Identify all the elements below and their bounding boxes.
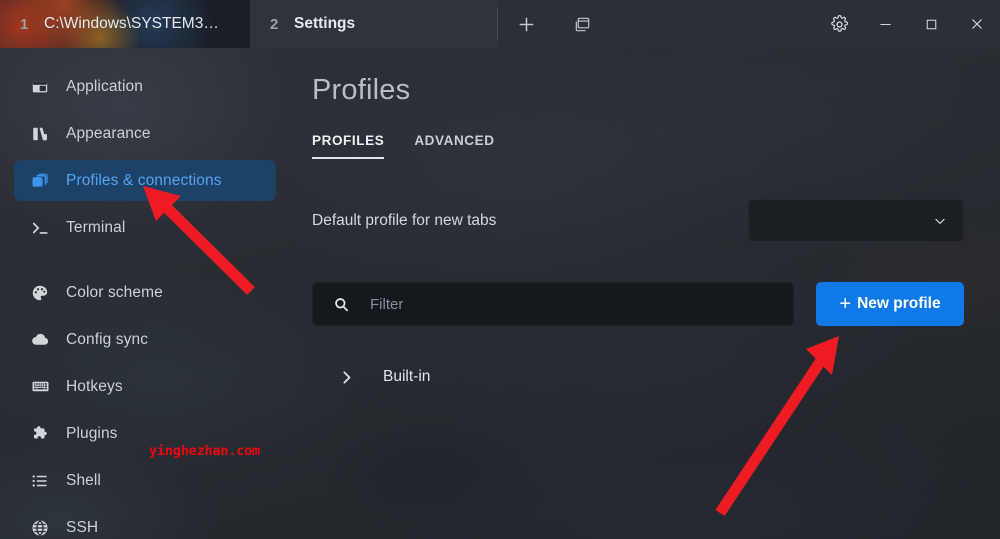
sidebar-item-shell[interactable]: Shell (14, 460, 276, 501)
close-icon (972, 19, 982, 29)
sidebar-item-config-sync[interactable]: Config sync (14, 319, 276, 360)
sidebar-item-plugins[interactable]: Plugins (14, 413, 276, 454)
page-title: Profiles (312, 74, 411, 106)
new-profile-label: New profile (857, 295, 941, 312)
tab-title-1: C:\Windows\SYSTEM3… (44, 15, 219, 32)
sidebar-item-label: SSH (66, 518, 99, 536)
chevron-down-icon (935, 218, 945, 224)
default-profile-label: Default profile for new tabs (312, 211, 497, 229)
appearance-icon (30, 124, 50, 144)
settings-content: Profiles PROFILES ADVANCED Default profi… (290, 48, 1000, 539)
sidebar-divider-gap (14, 254, 276, 272)
sidebar-item-terminal[interactable]: Terminal (14, 207, 276, 248)
sidebar-item-label: Terminal (66, 218, 126, 236)
gear-icon (830, 14, 848, 32)
minimize-button[interactable] (862, 0, 908, 48)
sidebar-item-color-scheme[interactable]: Color scheme (14, 272, 276, 313)
settings-tab-2[interactable]: 2 Settings (250, 0, 498, 48)
tab-index-2: 2 (270, 15, 279, 33)
keyboard-icon (30, 377, 50, 397)
plus-icon: + (839, 292, 852, 315)
sidebar-item-profiles-connections[interactable]: Profiles & connections (14, 160, 276, 201)
tab-index-1: 1 (20, 15, 29, 33)
close-button[interactable] (954, 0, 1000, 48)
sidebar-item-label: Hotkeys (66, 377, 123, 395)
palette-icon (30, 283, 50, 303)
sidebar-item-label: Color scheme (66, 283, 163, 301)
maximize-icon (926, 19, 936, 29)
window-controls (816, 0, 1000, 48)
new-tab-button[interactable] (498, 0, 554, 48)
filter-placeholder: Filter (370, 295, 404, 313)
application-window-icon (30, 77, 50, 97)
sidebar-item-label: Appearance (66, 124, 151, 142)
profiles-stack-icon (30, 171, 50, 191)
sidebar-item-ssh[interactable]: SSH (14, 507, 276, 539)
sidebar-item-label: Profiles & connections (66, 171, 222, 189)
split-pane-button[interactable] (554, 0, 610, 48)
minimize-icon (879, 23, 891, 25)
sidebar-item-application[interactable]: Application (14, 66, 276, 107)
sidebar-item-label: Application (66, 77, 143, 95)
plus-icon (519, 17, 533, 31)
puzzle-piece-icon (30, 424, 50, 444)
cloud-icon (30, 330, 50, 350)
tab-advanced[interactable]: ADVANCED (414, 133, 494, 159)
maximize-button[interactable] (908, 0, 954, 48)
profile-group-built-in[interactable]: Built-in (312, 362, 964, 392)
windows-icon (575, 17, 589, 31)
title-bar: 1 C:\Windows\SYSTEM3… 2 Settings (0, 0, 1000, 48)
app-window: 1 C:\Windows\SYSTEM3… 2 Settings Applica… (0, 0, 1000, 539)
chevron-right-icon (338, 369, 355, 386)
settings-gear-button[interactable] (816, 0, 862, 48)
window-body: Application Appearance Profiles & connec… (0, 48, 1000, 539)
filter-row: Filter + New profile (312, 282, 964, 326)
new-profile-button[interactable]: + New profile (816, 282, 964, 326)
sidebar-item-label: Shell (66, 471, 101, 489)
sidebar-item-label: Config sync (66, 330, 149, 348)
list-icon (30, 471, 50, 491)
terminal-tab-1[interactable]: 1 C:\Windows\SYSTEM3… (0, 0, 250, 48)
tab-title-2: Settings (294, 15, 356, 32)
profile-group-label: Built-in (383, 368, 431, 385)
filter-input-wrapper[interactable]: Filter (312, 282, 794, 326)
default-profile-select[interactable] (748, 199, 964, 242)
sidebar-item-appearance[interactable]: Appearance (14, 113, 276, 154)
settings-sidebar: Application Appearance Profiles & connec… (0, 48, 290, 539)
sidebar-item-label: Plugins (66, 424, 118, 442)
default-profile-row: Default profile for new tabs (312, 199, 964, 242)
search-icon (333, 296, 350, 313)
globe-icon (30, 518, 50, 538)
tab-profiles[interactable]: PROFILES (312, 133, 385, 159)
sidebar-item-hotkeys[interactable]: Hotkeys (14, 366, 276, 407)
content-tabs: PROFILES ADVANCED (312, 133, 964, 159)
titlebar-spacer (610, 0, 816, 48)
terminal-prompt-icon (30, 218, 50, 238)
